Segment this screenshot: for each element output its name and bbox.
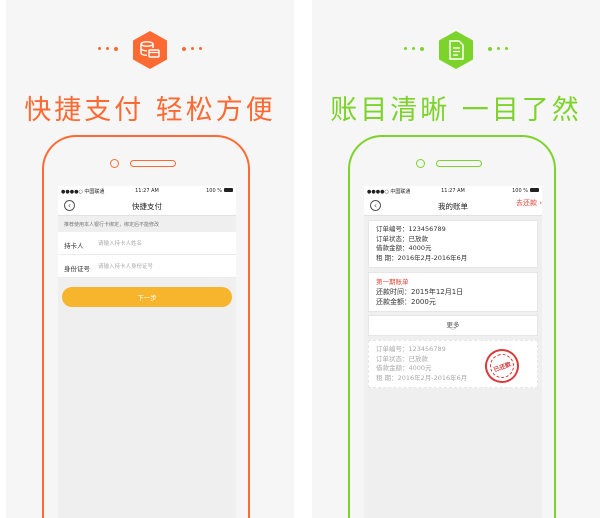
database-card-icon bbox=[131, 30, 169, 70]
speaker-slot bbox=[436, 160, 482, 167]
battery-label: 100 % bbox=[512, 188, 528, 194]
bill-card: 第一期账单 还款时间：2015年12月1日 还款金额：2000元 去还款 › bbox=[368, 199, 542, 312]
next-step-button[interactable]: 下一步 bbox=[62, 287, 232, 307]
loan-amount: 借款金额：4000元 bbox=[376, 244, 432, 252]
more-button[interactable]: 更多 ﹀ bbox=[368, 315, 538, 336]
chevron-down-icon: ﹀ bbox=[449, 328, 456, 335]
order-number: 订单编号：123456789 bbox=[376, 225, 446, 233]
id-number-input[interactable] bbox=[98, 262, 228, 272]
repay-time: 还款时间：2015年12月1日 bbox=[376, 288, 464, 296]
cardholder-label: 持卡人 bbox=[64, 242, 84, 250]
cardholder-row: 持卡人 bbox=[58, 232, 236, 255]
battery-label: 100 % bbox=[206, 188, 222, 194]
battery-icon bbox=[224, 188, 233, 192]
camera-dot bbox=[416, 159, 425, 168]
receipt-icon bbox=[437, 30, 475, 70]
nav-title: 快捷支付 bbox=[132, 202, 162, 211]
promo-panel-quick-pay: 快捷支付 轻松方便 ●●●●○ 中国联通 11:27 AM 100 % ‹ 快捷… bbox=[6, 0, 294, 518]
promo-panel-bills: 账目清晰 一目了然 ●●●●○ 中国联通 11:27 AM 100 % ‹ 我的… bbox=[312, 0, 600, 518]
id-number-row: 身份证号 bbox=[58, 255, 236, 278]
status-bar: ●●●●○ 中国联通 11:27 AM 100 % bbox=[58, 186, 236, 196]
order-status: 订单状态：已放款 bbox=[376, 234, 428, 243]
lease-period: 租 期：2016年2月-2016年6月 bbox=[376, 253, 468, 262]
phone-screen: ●●●●○ 中国联通 11:27 AM 100 % ‹ 我的账单 订单编号：12… bbox=[364, 186, 542, 518]
hint-text: 推荐使用本人银行卡绑定，绑定后不能修改 bbox=[64, 222, 160, 228]
paid-order-card[interactable]: 订单编号：123456789 订单状态：已放款 借款金额：4000元 租 期：2… bbox=[368, 340, 538, 388]
camera-dot bbox=[110, 159, 119, 168]
speaker-slot bbox=[130, 160, 176, 167]
repay-button[interactable]: 去还款 › bbox=[516, 198, 542, 208]
bill-title: 第一期账单 bbox=[376, 278, 409, 286]
phone-frame: ●●●●○ 中国联通 11:27 AM 100 % ‹ 快捷支付 推荐使用本人银… bbox=[42, 135, 250, 518]
nav-bar: ‹ 快捷支付 bbox=[58, 196, 236, 216]
headline: 账目清晰 一目了然 bbox=[330, 95, 582, 126]
order-card[interactable]: 订单编号：123456789 订单状态：已放款 借款金额：4000元 租 期：2… bbox=[368, 220, 538, 268]
id-number-label: 身份证号 bbox=[64, 265, 90, 273]
repay-amount: 还款金额：2000元 bbox=[376, 298, 436, 306]
phone-screen: ●●●●○ 中国联通 11:27 AM 100 % ‹ 快捷支付 推荐使用本人银… bbox=[58, 186, 236, 518]
cardholder-input[interactable] bbox=[98, 239, 228, 249]
status-bar: ●●●●○ 中国联通 11:27 AM 100 % bbox=[364, 186, 542, 196]
headline: 快捷支付 轻松方便 bbox=[24, 95, 276, 126]
battery-icon bbox=[530, 188, 539, 192]
phone-frame: ●●●●○ 中国联通 11:27 AM 100 % ‹ 我的账单 订单编号：12… bbox=[348, 135, 556, 518]
